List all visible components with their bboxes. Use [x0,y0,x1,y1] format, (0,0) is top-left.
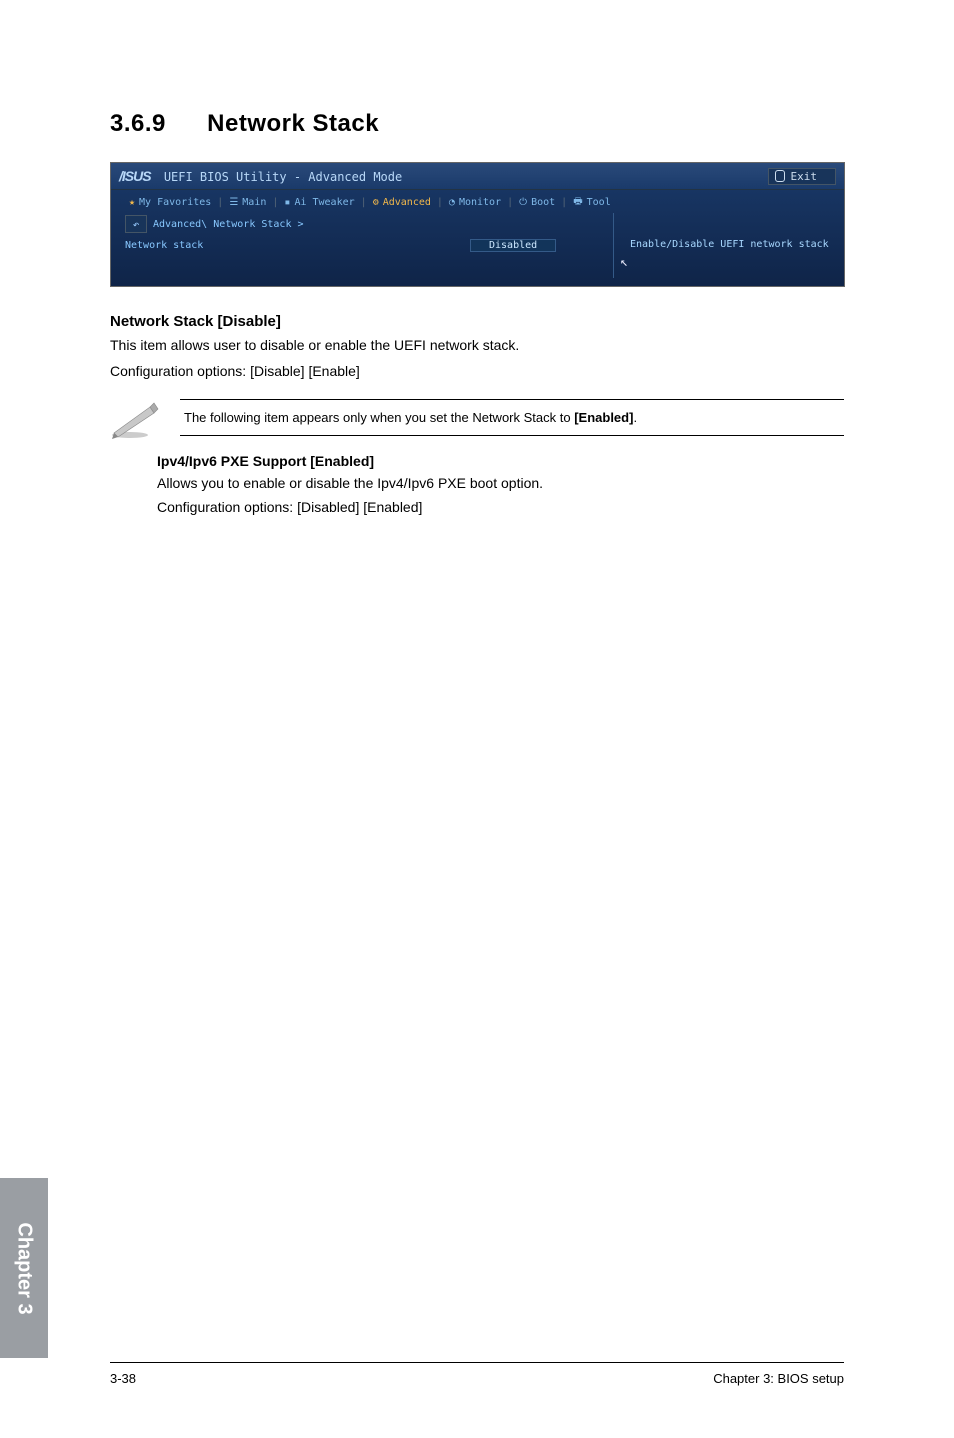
tab-advanced[interactable]: Advanced [383,197,431,208]
page-footer: 3-38 Chapter 3: BIOS setup [110,1362,844,1386]
breadcrumb: ↶ Advanced\ Network Stack > [111,213,844,237]
bios-screenshot: /ISUS UEFI BIOS Utility - Advanced Mode … [110,162,845,287]
note-block: The following item appears only when you… [110,399,844,439]
bios-window-title: UEFI BIOS Utility - Advanced Mode [164,170,402,184]
mouse-icon [775,170,785,182]
advanced-icon: ⚙ [373,197,379,208]
breadcrumb-text: Advanced\ Network Stack > [153,219,304,230]
setting-label: Network stack [125,240,470,251]
setting-row[interactable]: Network stack Disabled Enable/Disable UE… [111,237,844,254]
power-icon: ⏻ [519,197,527,208]
monitor-icon: ◔ [449,197,455,208]
subheading-network-stack: Network Stack [Disable] [110,313,844,330]
paragraph-pxe-options: Configuration options: [Disabled] [Enabl… [157,497,844,517]
chapter-side-tab: Chapter 3 [0,1178,48,1358]
tab-tool[interactable]: Tool [587,197,611,208]
exit-button[interactable]: Exit [768,168,837,185]
cursor-icon: ↖ [620,255,628,270]
subheading-pxe: Ipv4/Ipv6 PXE Support [Enabled] [157,453,844,469]
setting-value[interactable]: Disabled [470,239,556,252]
paragraph-options: Configuration options: [Disable] [Enable… [110,362,844,382]
tab-favorites[interactable]: My Favorites [139,197,211,208]
section-title-text: Network Stack [207,110,379,137]
help-text: Enable/Disable UEFI network stack [630,239,830,250]
pencil-icon [110,399,160,439]
list-icon: ☰ [229,197,238,208]
bios-tabs: ★ My Favorites | ☰ Main | ▪ Ai Tweaker |… [111,190,844,213]
chapter-side-tab-label: Chapter 3 [13,1222,36,1314]
vertical-divider [613,213,614,278]
section-heading: 3.6.9 Network Stack [110,110,844,138]
section-number: 3.6.9 [110,110,200,138]
bios-title-left: /ISUS UEFI BIOS Utility - Advanced Mode [119,168,402,184]
tab-main[interactable]: Main [242,197,266,208]
paragraph-description: This item allows user to disable or enab… [110,336,844,356]
exit-label: Exit [791,170,818,183]
note-bold: [Enabled] [574,410,633,425]
back-button[interactable]: ↶ [125,215,147,233]
asus-logo: /ISUS [119,168,151,184]
tool-icon: 🖶 [573,194,582,211]
tab-monitor[interactable]: Monitor [459,197,501,208]
note-text: The following item appears only when you… [180,399,844,436]
paragraph-pxe-desc: Allows you to enable or disable the Ipv4… [157,473,844,493]
tab-ai-tweaker[interactable]: Ai Tweaker [294,197,354,208]
bios-titlebar: /ISUS UEFI BIOS Utility - Advanced Mode … [111,163,844,190]
indented-subsection: Ipv4/Ipv6 PXE Support [Enabled] Allows y… [157,453,844,518]
tab-boot[interactable]: Boot [531,197,555,208]
note-prefix: The following item appears only when you… [184,410,574,425]
star-icon: ★ [129,197,135,208]
footer-chapter-label: Chapter 3: BIOS setup [713,1371,844,1386]
page-number: 3-38 [110,1371,136,1386]
chip-icon: ▪ [284,197,290,208]
note-suffix: . [633,410,637,425]
